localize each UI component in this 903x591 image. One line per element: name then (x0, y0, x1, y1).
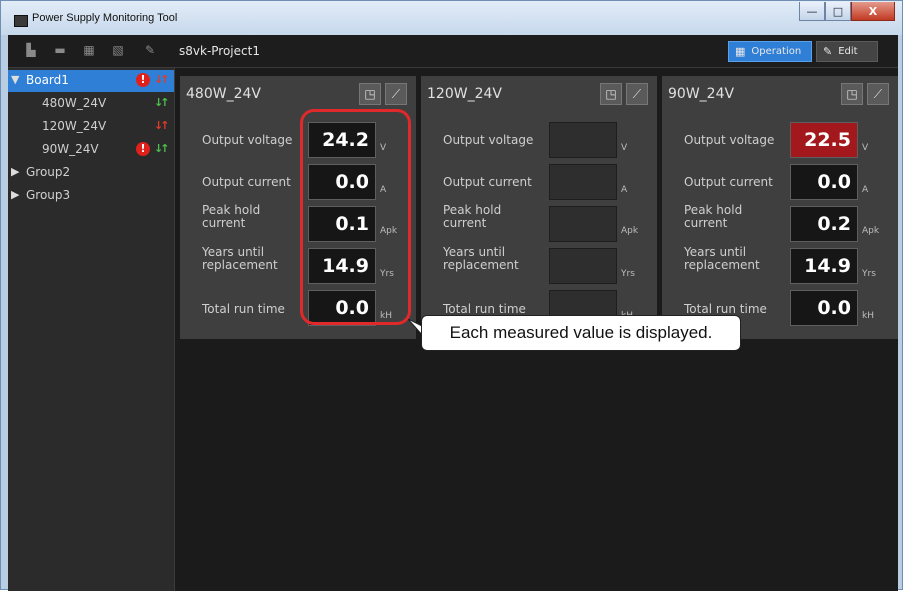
panel-title: 120W_24V (427, 86, 502, 102)
app-icon (14, 15, 28, 27)
edit-icon: ✎ (823, 45, 833, 58)
panel-title: 480W_24V (186, 86, 261, 102)
output-voltage-label: Output voltage (202, 133, 293, 147)
alarm-icon: ! (136, 142, 150, 156)
snapshot-icon[interactable]: ◳ (841, 83, 863, 105)
tree-item-label: 120W_24V (42, 119, 107, 133)
runtime-unit: kH (862, 311, 874, 321)
tree-item-480w[interactable]: 480W_24V ↓↑ (8, 93, 174, 115)
years-until-label: Years until replacement (684, 245, 760, 272)
tree-item-label: Group2 (26, 165, 71, 179)
settings-icon[interactable]: ✎ (143, 43, 157, 57)
toolbar: ▙ ▬ ▦ ▧ ✎ s8vk-Project1 ▦ Operation ✎ Ed… (8, 35, 898, 68)
device-tree: ▼ Board1 ! ↓↑ 480W_24V ↓↑ 120W_24V ↓↑ 90… (8, 68, 175, 591)
app-window: Power Supply Monitoring Tool — □ X ▙ ▬ ▦… (0, 0, 903, 591)
window-controls: — □ X (799, 2, 895, 21)
panel-title: 90W_24V (668, 86, 735, 102)
total-run-time-value: 0.0 (790, 290, 858, 326)
alarm-icon: ! (136, 73, 150, 87)
trend-graph-icon[interactable]: ⟋ (867, 83, 889, 105)
years-unit: Yrs (621, 269, 635, 279)
tree-item-group3[interactable]: ▶ Group3 (8, 185, 174, 207)
tree-item-label: 90W_24V (42, 142, 99, 156)
chevron-right-icon[interactable]: ▶ (11, 165, 19, 178)
measured-values-highlight (300, 109, 411, 325)
snapshot-icon[interactable]: ◳ (600, 83, 622, 105)
status-arrows-icon: ↓↑ (154, 73, 170, 86)
output-current-value: 0.0 (790, 164, 858, 200)
output-voltage-value: 22.5 (790, 122, 858, 158)
voltage-unit: V (621, 143, 628, 153)
years-until-value (549, 248, 617, 284)
output-current-value (549, 164, 617, 200)
annotation-callout: Each measured value is displayed. (421, 315, 741, 351)
years-until-value: 14.9 (790, 248, 858, 284)
status-arrows-icon: ↓↑ (154, 96, 170, 109)
project-name: s8vk-Project1 (179, 44, 260, 58)
minimize-button[interactable]: — (799, 2, 825, 21)
tree-item-label: Board1 (26, 73, 69, 87)
output-current-label: Output current (202, 175, 291, 189)
peak-hold-label: Peak hold current (202, 203, 261, 230)
tree-item-group2[interactable]: ▶ Group2 (8, 162, 174, 184)
export-icon[interactable]: ▧ (111, 43, 125, 57)
chevron-down-icon[interactable]: ▼ (11, 73, 19, 86)
years-unit: Yrs (862, 269, 876, 279)
output-current-label: Output current (684, 175, 773, 189)
trend-graph-icon[interactable]: ⟋ (626, 83, 648, 105)
peak-hold-value (549, 206, 617, 242)
open-icon[interactable]: ▬ (53, 43, 67, 57)
peak-hold-label: Peak hold current (684, 203, 743, 230)
title-bar[interactable]: Power Supply Monitoring Tool — □ X (1, 1, 902, 35)
output-voltage-value (549, 122, 617, 158)
window-title: Power Supply Monitoring Tool (32, 12, 178, 24)
current-unit: A (862, 185, 869, 195)
tree-item-90w[interactable]: 90W_24V ! ↓↑ (8, 139, 174, 161)
status-arrows-icon: ↓↑ (154, 119, 170, 132)
save-icon[interactable]: ▦ (82, 43, 96, 57)
app-body: ▙ ▬ ▦ ▧ ✎ s8vk-Project1 ▦ Operation ✎ Ed… (8, 35, 898, 591)
device-panel-120w: 120W_24V ◳ ⟋ Output voltage V Output cur… (421, 76, 657, 339)
operation-button[interactable]: ▦ Operation (728, 41, 812, 62)
peak-hold-value: 0.2 (790, 206, 858, 242)
total-run-time-label: Total run time (202, 302, 285, 316)
tree-item-120w[interactable]: 120W_24V ↓↑ (8, 116, 174, 138)
status-arrows-icon: ↓↑ (154, 142, 170, 155)
new-icon[interactable]: ▙ (24, 43, 38, 57)
device-panel-90w: 90W_24V ◳ ⟋ Output voltage 22.5 V Output… (662, 76, 898, 339)
tree-item-label: Group3 (26, 188, 71, 202)
current-unit: A (621, 185, 628, 195)
years-until-label: Years until replacement (202, 245, 278, 272)
trend-graph-icon[interactable]: ⟋ (385, 83, 407, 105)
operation-label: Operation (751, 46, 802, 57)
output-voltage-label: Output voltage (443, 133, 534, 147)
snapshot-icon[interactable]: ◳ (359, 83, 381, 105)
voltage-unit: V (862, 143, 869, 153)
peak-hold-label: Peak hold current (443, 203, 502, 230)
peak-unit: Apk (621, 226, 639, 236)
years-until-label: Years until replacement (443, 245, 519, 272)
output-current-label: Output current (443, 175, 532, 189)
close-button[interactable]: X (851, 2, 895, 21)
edit-button[interactable]: ✎ Edit (816, 41, 878, 62)
edit-label: Edit (838, 46, 858, 57)
output-voltage-label: Output voltage (684, 133, 775, 147)
maximize-button[interactable]: □ (825, 2, 851, 21)
peak-unit: Apk (862, 226, 880, 236)
chevron-right-icon[interactable]: ▶ (11, 188, 19, 201)
tree-item-board1[interactable]: ▼ Board1 ! ↓↑ (8, 70, 174, 92)
tree-item-label: 480W_24V (42, 96, 107, 110)
operation-icon: ▦ (735, 45, 746, 58)
